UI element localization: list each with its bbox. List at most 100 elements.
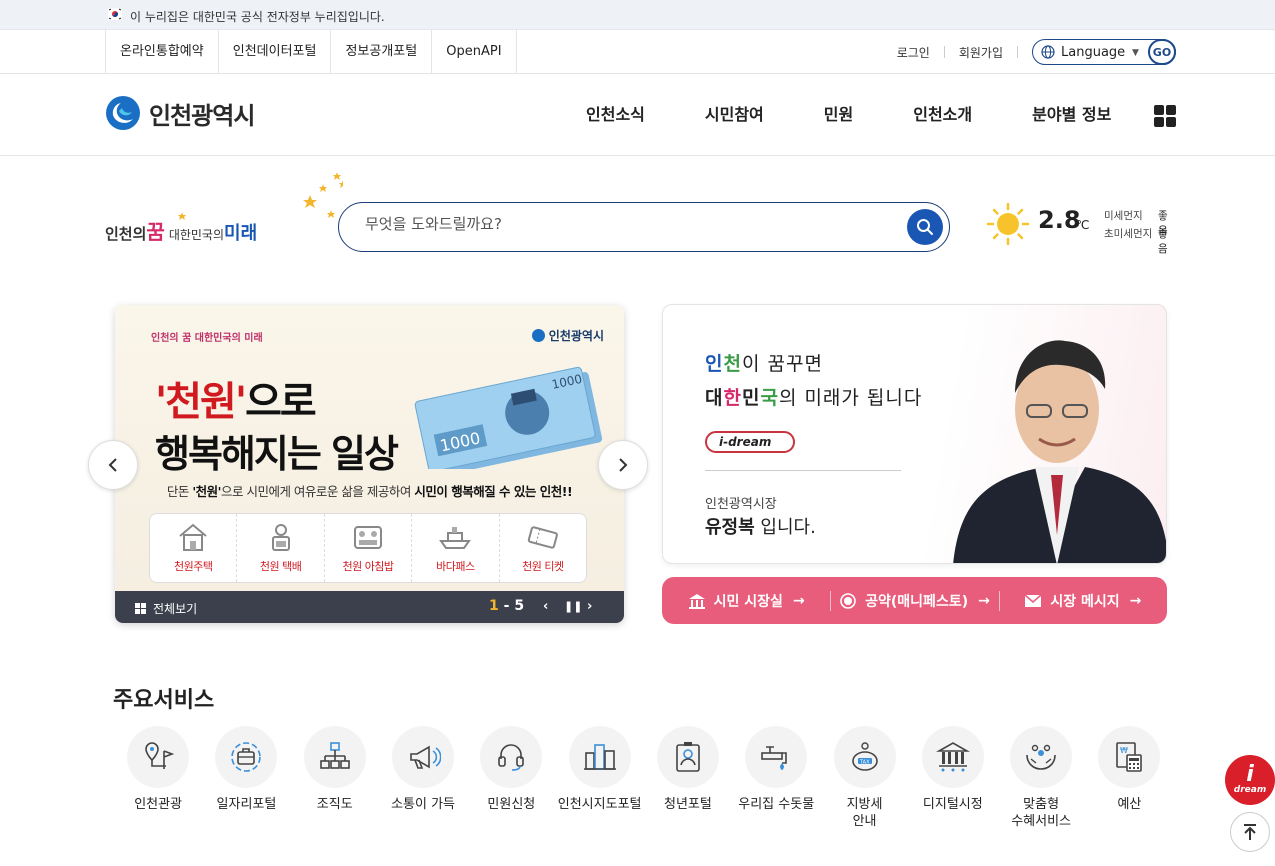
signup-link[interactable]: 회원가입 [945,44,1017,61]
megaphone-icon [410,745,442,769]
banner-prev-small-icon[interactable]: ‹ [543,599,548,614]
menu-item-participation[interactable]: 시민참여 [675,74,794,156]
banner-description: 단돈 '천원'으로 시민에게 여유로운 삶을 제공하여 시민이 행복해질 수 있… [166,484,573,499]
main-navigation: 인천광역시 인천소식 시민참여 민원 인천소개 분야별 정보 [0,74,1275,156]
mayor-slogan-line-1: 인천이 꿈꾸면 [705,353,823,375]
city-buildings-icon [583,744,616,770]
budget-calculator-icon: ₩ [1116,742,1143,772]
banner-service-ticket[interactable]: 천원 티켓 [500,514,586,582]
building-icon [688,593,705,609]
service-digital-city[interactable]: 디지털시정 [909,726,997,830]
banner-service-list: 천원주택 천원 택배 천원 아침밥 바다패스 천원 티켓 [149,513,587,583]
util-link-reservation[interactable]: 온라인통합예약 [106,30,219,74]
service-org-chart[interactable]: 조직도 [291,726,379,830]
banner-service-breakfast[interactable]: 천원 아침밥 [325,514,413,582]
temperature-unit: ℃ [1076,218,1090,232]
mayor-title: 인천광역시장 [705,497,777,512]
service-local-tax[interactable]: TAX 지방세 안내 [820,726,908,830]
delivery-person-icon [271,524,290,551]
search-bar [338,202,950,252]
manifesto-link[interactable]: 공약(매니페스토) → [830,577,998,624]
idream-badge: i-dream [705,431,795,453]
banner-headline: '천원'으로 [155,379,317,425]
globe-icon [1041,45,1055,59]
mayor-office-link[interactable]: 시민 시장실 → [662,577,830,624]
main-banner-slide[interactable]: 인천의 꿈 대한민국의 미래 인천광역시 '천원'으로 행복해지는 일상 100… [115,305,624,623]
util-link-data-portal[interactable]: 인천데이터포털 [219,30,332,74]
idream-floating-button[interactable]: i dream [1225,755,1275,805]
menu-item-news[interactable]: 인천소식 [556,74,675,156]
login-link[interactable]: 로그인 [883,44,944,61]
divider [1017,46,1018,58]
grid-icon [135,603,146,614]
mayor-links-bar: 시민 시장실 → 공약(매니페스토) → 시장 메시지 → [662,577,1167,624]
mayor-photo [953,340,1166,563]
banner-next-small-icon[interactable]: › [587,599,592,614]
service-map-portal[interactable]: 인천시지도포털 [555,726,643,830]
service-custom-benefits[interactable]: 맞춤형 수혜서비스 [997,726,1085,830]
slogan-text: 인천의꿈 대한민국의미래 [105,220,258,244]
briefcase-icon [231,742,262,772]
id-card-icon [676,742,700,772]
service-civil-petition[interactable]: 민원신청 [467,726,555,830]
banner-next-button[interactable] [598,440,648,490]
incheon-logo-icon [106,96,140,130]
service-tap-water[interactable]: 우리집 수돗물 [732,726,820,830]
service-communication[interactable]: 소통이 가득 [379,726,467,830]
util-link-openapi[interactable]: OpenAPI [432,30,517,74]
search-icon [917,219,933,235]
banner-service-seapass[interactable]: 바다패스 [412,514,500,582]
hands-people-icon [1026,744,1056,770]
menu-item-field-info[interactable]: 분야별 정보 [1002,74,1141,156]
mayor-card[interactable]: 인천이 꿈꾸면 대한민국의 미래가 됩니다 i-dream 인천광역시장 유정복… [662,304,1167,564]
ultrafine-dust-value: 좋음 [1158,228,1168,255]
banner-service-delivery[interactable]: 천원 택배 [237,514,325,582]
banner-prev-button[interactable] [88,440,138,490]
pause-icon[interactable]: ❚❚ [564,600,582,613]
meal-tray-icon [354,526,383,549]
site-logo[interactable]: 인천광역시 [105,95,255,131]
scroll-top-button[interactable] [1230,812,1270,852]
banner-control-bar: 전체보기 1 - 5 ‹ ❚❚ › [115,591,624,623]
water-tap-icon [761,746,788,770]
service-job-portal[interactable]: 일자리포털 [202,726,290,830]
main-menu: 인천소식 시민참여 민원 인천소개 분야별 정보 [556,74,1141,156]
divider [705,470,901,471]
banner-service-housing[interactable]: 천원주택 [150,514,238,582]
caret-down-icon: ▼ [1132,48,1139,58]
service-tourism[interactable]: 인천관광 [114,726,202,830]
logo-text: 인천광역시 [149,101,255,130]
account-area: 로그인 회원가입 Language ▼ GO [883,30,1176,74]
service-budget[interactable]: ₩ 예산 [1085,726,1173,830]
mayor-name: 유정복 입니다. [705,517,816,538]
svg-text:TAX: TAX [859,760,870,766]
coin-icon [840,592,856,609]
search-button[interactable] [907,209,943,245]
services-title: 주요서비스 [113,688,215,713]
language-go-button[interactable]: GO [1148,39,1176,65]
services-grid: 인천관광 일자리포털 조직도 소통이 가득 민원신청 인천시지도포털 청년포털 … [114,726,1174,830]
mayor-slogan-line-2: 대한민국의 미래가 됩니다 [705,387,923,409]
language-select[interactable]: Language ▼ GO [1032,39,1176,65]
menu-item-intro[interactable]: 인천소개 [883,74,1002,156]
service-youth-portal[interactable]: 청년포털 [644,726,732,830]
house-icon [179,523,207,551]
mayor-message-link[interactable]: 시장 메시지 → [998,577,1167,624]
map-pin-flag-icon [145,742,175,769]
all-menu-grid-icon[interactable] [1154,105,1176,127]
digital-building-icon [935,742,970,772]
incheon-logo-icon [531,329,545,342]
search-input[interactable] [365,215,845,233]
banknote-icon: 1000 1000 [414,366,603,469]
slogan: 인천의꿈 대한민국의미래 [103,172,347,252]
chevron-right-icon [619,458,628,472]
fine-dust-label: 미세먼지 [1104,210,1143,222]
view-all-button[interactable]: 전체보기 [135,600,197,617]
svg-text:₩: ₩ [1120,746,1128,755]
menu-item-civil[interactable]: 민원 [794,74,883,156]
util-link-info-portal[interactable]: 정보공개포털 [331,30,433,74]
arrow-right-icon: → [978,592,990,609]
ship-icon [439,527,472,549]
org-chart-icon [319,742,350,769]
arrow-right-icon: → [792,592,805,609]
